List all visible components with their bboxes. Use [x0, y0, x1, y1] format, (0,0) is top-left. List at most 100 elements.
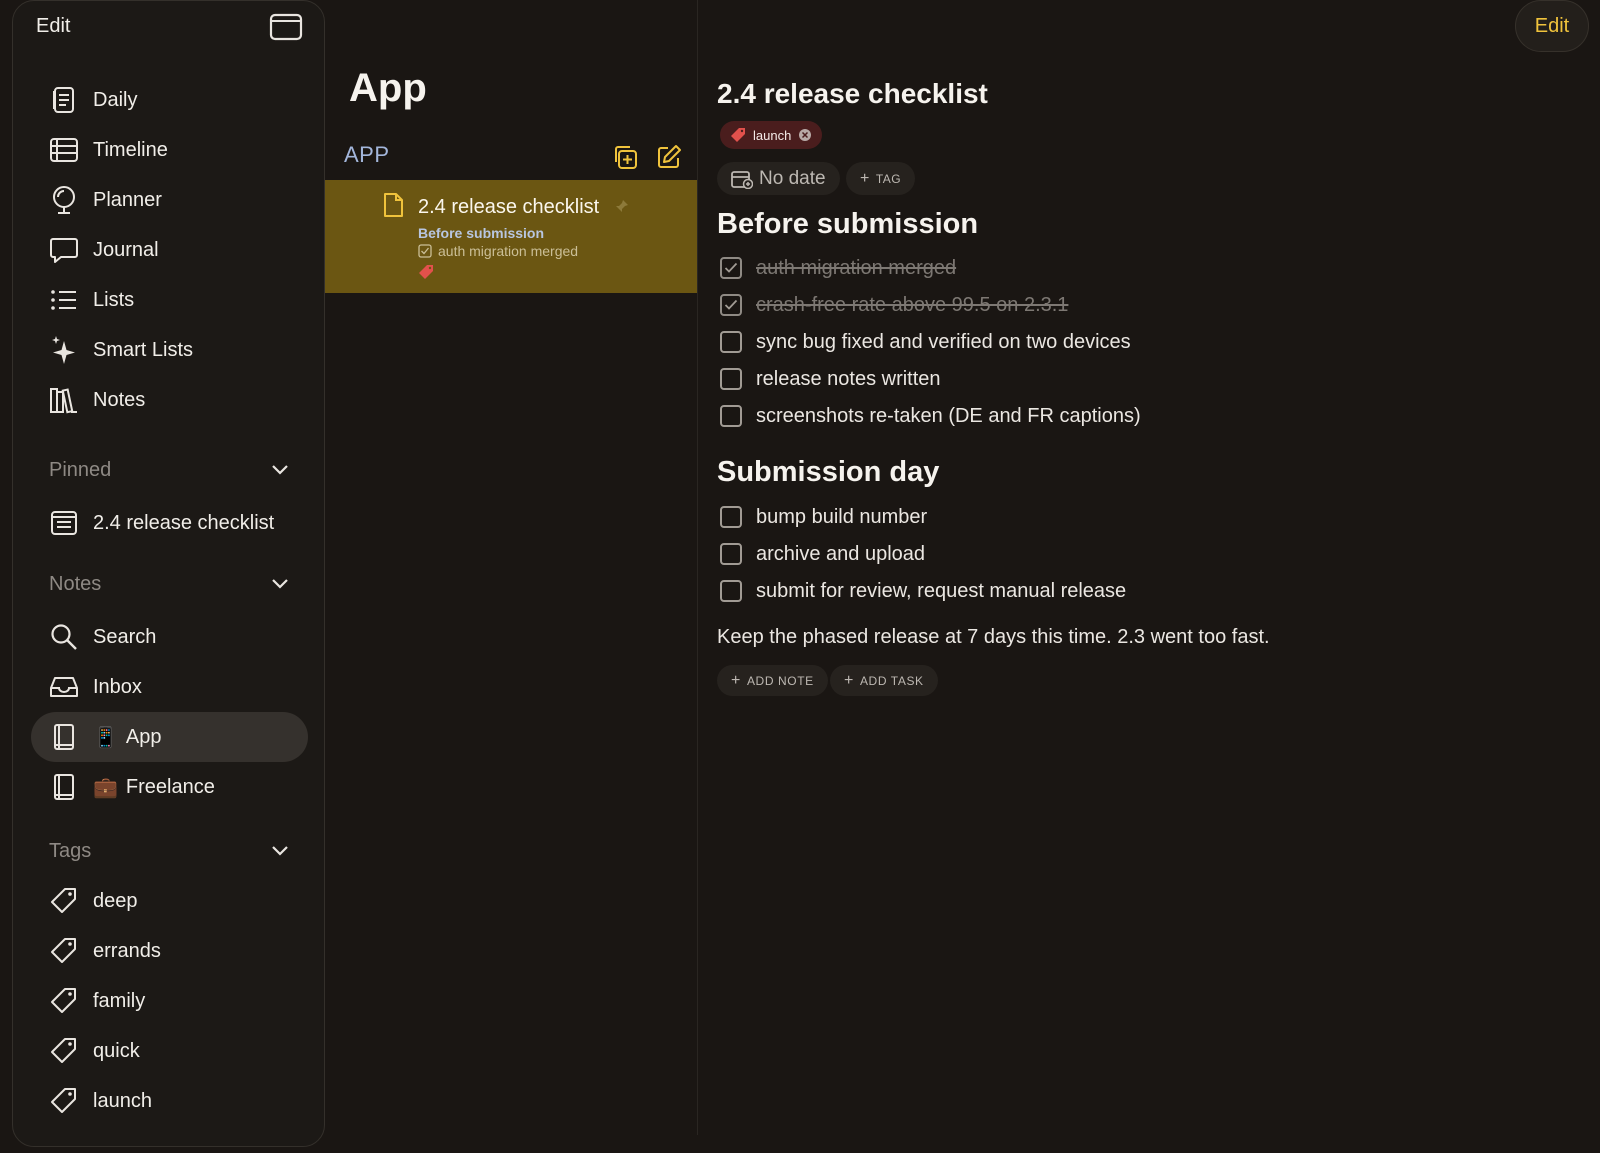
- tag-chip-label: launch: [753, 127, 792, 143]
- date-chip[interactable]: No date: [717, 162, 840, 195]
- sidebar-edit-button[interactable]: Edit: [36, 15, 70, 38]
- sidebar-item-label: quick: [93, 1039, 140, 1062]
- task-item[interactable]: submit for review, request manual releas…: [720, 576, 1126, 606]
- add-task-label: ADD TASK: [859, 673, 924, 688]
- chevron-down-icon: [271, 464, 289, 476]
- checkbox-icon[interactable]: [720, 331, 742, 353]
- pinned-item-release-checklist[interactable]: 2.4 release checklist: [49, 501, 274, 545]
- pin-icon: [615, 199, 629, 213]
- tag-chip-launch[interactable]: launch: [720, 121, 823, 149]
- chevron-down-icon: [271, 845, 289, 857]
- checkbox-checked-icon: [418, 244, 432, 258]
- task-text: submit for review, request manual releas…: [756, 579, 1127, 602]
- sidebar: Edit Daily Timeline Planner Journal List…: [12, 0, 325, 1147]
- sidebar-item-label: Inbox: [93, 675, 142, 698]
- pane-divider: [697, 0, 698, 1135]
- note-preview-task: auth migration merged: [418, 243, 578, 259]
- task-text: auth migration merged: [756, 256, 957, 279]
- edit-button[interactable]: Edit: [1515, 0, 1589, 52]
- task-item[interactable]: auth migration merged: [720, 253, 956, 283]
- tag-icon: [49, 886, 79, 916]
- inbox-icon: [49, 672, 79, 702]
- sidebar-item-label: Freelance: [125, 775, 215, 798]
- tags-section-header[interactable]: Tags: [49, 836, 289, 866]
- task-text: crash-free rate above 99.5 on 2.3.1: [756, 293, 1069, 316]
- sidebar-item-label: Search: [93, 625, 157, 648]
- note-list-item-selected[interactable]: 2.4 release checklist Before submission …: [325, 180, 698, 293]
- task-item[interactable]: screenshots re-taken (DE and FR captions…: [720, 401, 1141, 431]
- note-subtitle: Before submission: [418, 225, 545, 241]
- checkbox-checked-icon[interactable]: [720, 257, 742, 279]
- pinned-section-header[interactable]: Pinned: [49, 455, 289, 485]
- sidebar-item-smart-lists[interactable]: Smart Lists: [49, 328, 193, 372]
- sidebar-item-notes[interactable]: Notes: [49, 378, 145, 422]
- duplicate-icon[interactable]: [612, 144, 638, 170]
- note-paragraph[interactable]: Keep the phased release at 7 days this t…: [717, 626, 1270, 649]
- task-item[interactable]: bump build number: [720, 502, 927, 532]
- task-item[interactable]: sync bug fixed and verified on two devic…: [720, 327, 1131, 357]
- checkbox-icon[interactable]: [720, 580, 742, 602]
- sidebar-tag-launch[interactable]: launch: [49, 1079, 152, 1123]
- section-heading: Submission day: [717, 456, 940, 488]
- task-text: archive and upload: [756, 542, 926, 565]
- checkbox-icon[interactable]: [720, 543, 742, 565]
- task-item[interactable]: release notes written: [720, 364, 941, 394]
- sidebar-tag-errands[interactable]: errands: [49, 929, 161, 973]
- task-text: bump build number: [756, 505, 928, 528]
- sidebar-item-search[interactable]: Search: [49, 615, 156, 659]
- sidebar-tag-deep[interactable]: deep: [49, 879, 138, 923]
- remove-tag-icon[interactable]: [798, 128, 812, 142]
- plus-icon: +: [860, 169, 870, 187]
- sidebar-item-label: errands: [93, 939, 161, 962]
- sidebar-item-planner[interactable]: Planner: [49, 178, 162, 222]
- sidebar-item-lists[interactable]: Lists: [49, 278, 134, 322]
- note-title: 2.4 release checklist: [418, 196, 600, 218]
- tag-icon: [49, 1086, 79, 1116]
- sidebar-item-label: Journal: [93, 238, 159, 261]
- sparkle-icon: [49, 335, 79, 365]
- tag-icon: [730, 127, 746, 143]
- checkbox-icon[interactable]: [720, 405, 742, 427]
- list-actions: [612, 144, 682, 170]
- add-task-button[interactable]: + ADD TASK: [830, 665, 938, 696]
- sidebar-item-label: launch: [93, 1089, 152, 1112]
- list-title: App: [349, 66, 427, 110]
- task-text: screenshots re-taken (DE and FR captions…: [756, 404, 1141, 427]
- task-text: release notes written: [756, 367, 941, 390]
- sidebar-item-timeline[interactable]: Timeline: [49, 128, 168, 172]
- plus-icon: +: [731, 671, 741, 689]
- notebook-icon: [49, 722, 79, 752]
- date-chip-label: No date: [759, 167, 826, 189]
- task-item[interactable]: archive and upload: [720, 539, 925, 569]
- sidebar-item-daily[interactable]: Daily: [49, 78, 137, 122]
- sidebar-item-inbox[interactable]: Inbox: [49, 665, 142, 709]
- notes-section-header[interactable]: Notes: [49, 569, 289, 599]
- checkbox-checked-icon[interactable]: [720, 294, 742, 316]
- tag-icon: [49, 1036, 79, 1066]
- sidebar-tag-quick[interactable]: quick: [49, 1029, 140, 1073]
- task-text: sync bug fixed and verified on two devic…: [756, 330, 1131, 353]
- sidebar-item-label: Smart Lists: [93, 338, 194, 361]
- sidebar-item-label: Lists: [93, 288, 135, 311]
- briefcase-emoji: 💼: [93, 776, 118, 799]
- sidebar-toggle-icon[interactable]: [269, 13, 303, 41]
- lists-icon: [49, 285, 79, 315]
- compose-icon[interactable]: [656, 144, 682, 170]
- sidebar-item-label: family: [93, 989, 146, 1012]
- checkbox-icon[interactable]: [720, 506, 742, 528]
- section-label: Pinned: [49, 458, 112, 481]
- sidebar-item-app[interactable]: 📱 App: [49, 715, 162, 759]
- sidebar-tag-family[interactable]: family: [49, 979, 145, 1023]
- note-detail-title[interactable]: 2.4 release checklist: [717, 78, 988, 110]
- books-icon: [49, 385, 79, 415]
- sidebar-item-journal[interactable]: Journal: [49, 228, 159, 272]
- add-tag-chip[interactable]: + TAG: [846, 162, 916, 195]
- checkbox-icon[interactable]: [720, 368, 742, 390]
- add-note-button[interactable]: + ADD NOTE: [717, 665, 828, 696]
- sidebar-item-label: Daily: [93, 88, 138, 111]
- task-item[interactable]: crash-free rate above 99.5 on 2.3.1: [720, 290, 1068, 320]
- document-icon: [382, 192, 404, 218]
- tag-icon: [49, 936, 79, 966]
- sidebar-item-freelance[interactable]: 💼 Freelance: [49, 765, 215, 809]
- section-label: Tags: [49, 839, 92, 862]
